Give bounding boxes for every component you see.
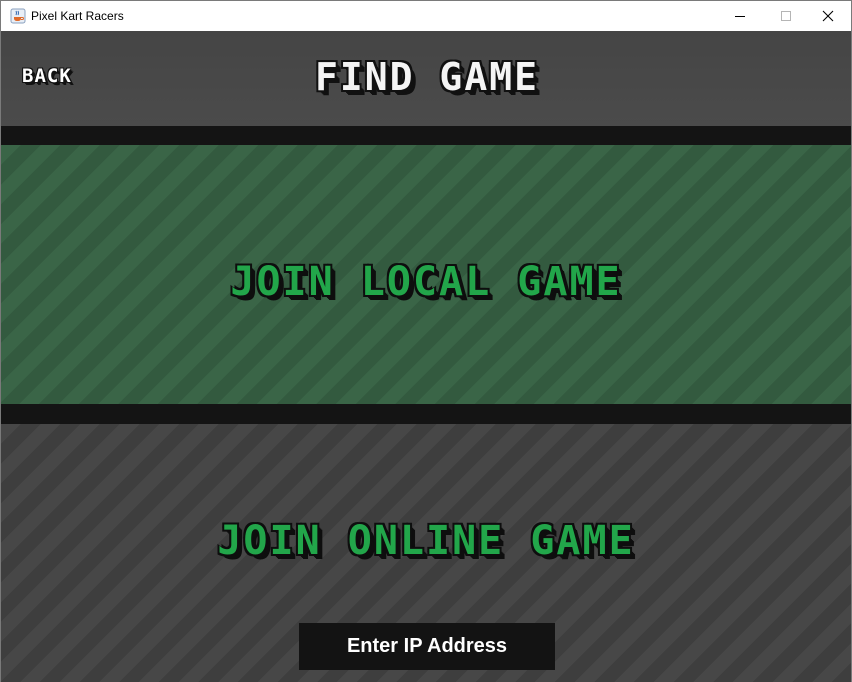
- join-online-panel[interactable]: JOIN ONLINE GAME: [1, 424, 851, 682]
- page-title: FIND GAME: [315, 55, 539, 99]
- maximize-icon: [781, 11, 791, 21]
- header-bar: BACK FIND GAME: [1, 31, 851, 126]
- join-local-panel[interactable]: JOIN LOCAL GAME: [1, 145, 851, 404]
- close-button[interactable]: [805, 1, 851, 31]
- window-title: Pixel Kart Racers: [31, 9, 124, 23]
- minimize-icon: [735, 16, 745, 17]
- ip-address-input[interactable]: [299, 623, 555, 670]
- close-icon: [822, 10, 834, 22]
- minimize-button[interactable]: [717, 1, 763, 31]
- header-divider: [1, 126, 851, 145]
- java-cup-icon: [10, 8, 26, 24]
- maximize-button[interactable]: [763, 1, 809, 31]
- title-bar[interactable]: Pixel Kart Racers: [1, 1, 851, 31]
- game-canvas: BACK FIND GAME JOIN LOCAL GAME JOIN ONLI…: [1, 31, 851, 682]
- join-local-game-label: JOIN LOCAL GAME: [230, 259, 622, 305]
- app-window: Pixel Kart Racers BACK FIND GAME JOIN LO…: [0, 0, 852, 682]
- panel-divider: [1, 404, 851, 424]
- join-online-game-label: JOIN ONLINE GAME: [217, 518, 635, 564]
- back-button[interactable]: BACK: [22, 65, 72, 87]
